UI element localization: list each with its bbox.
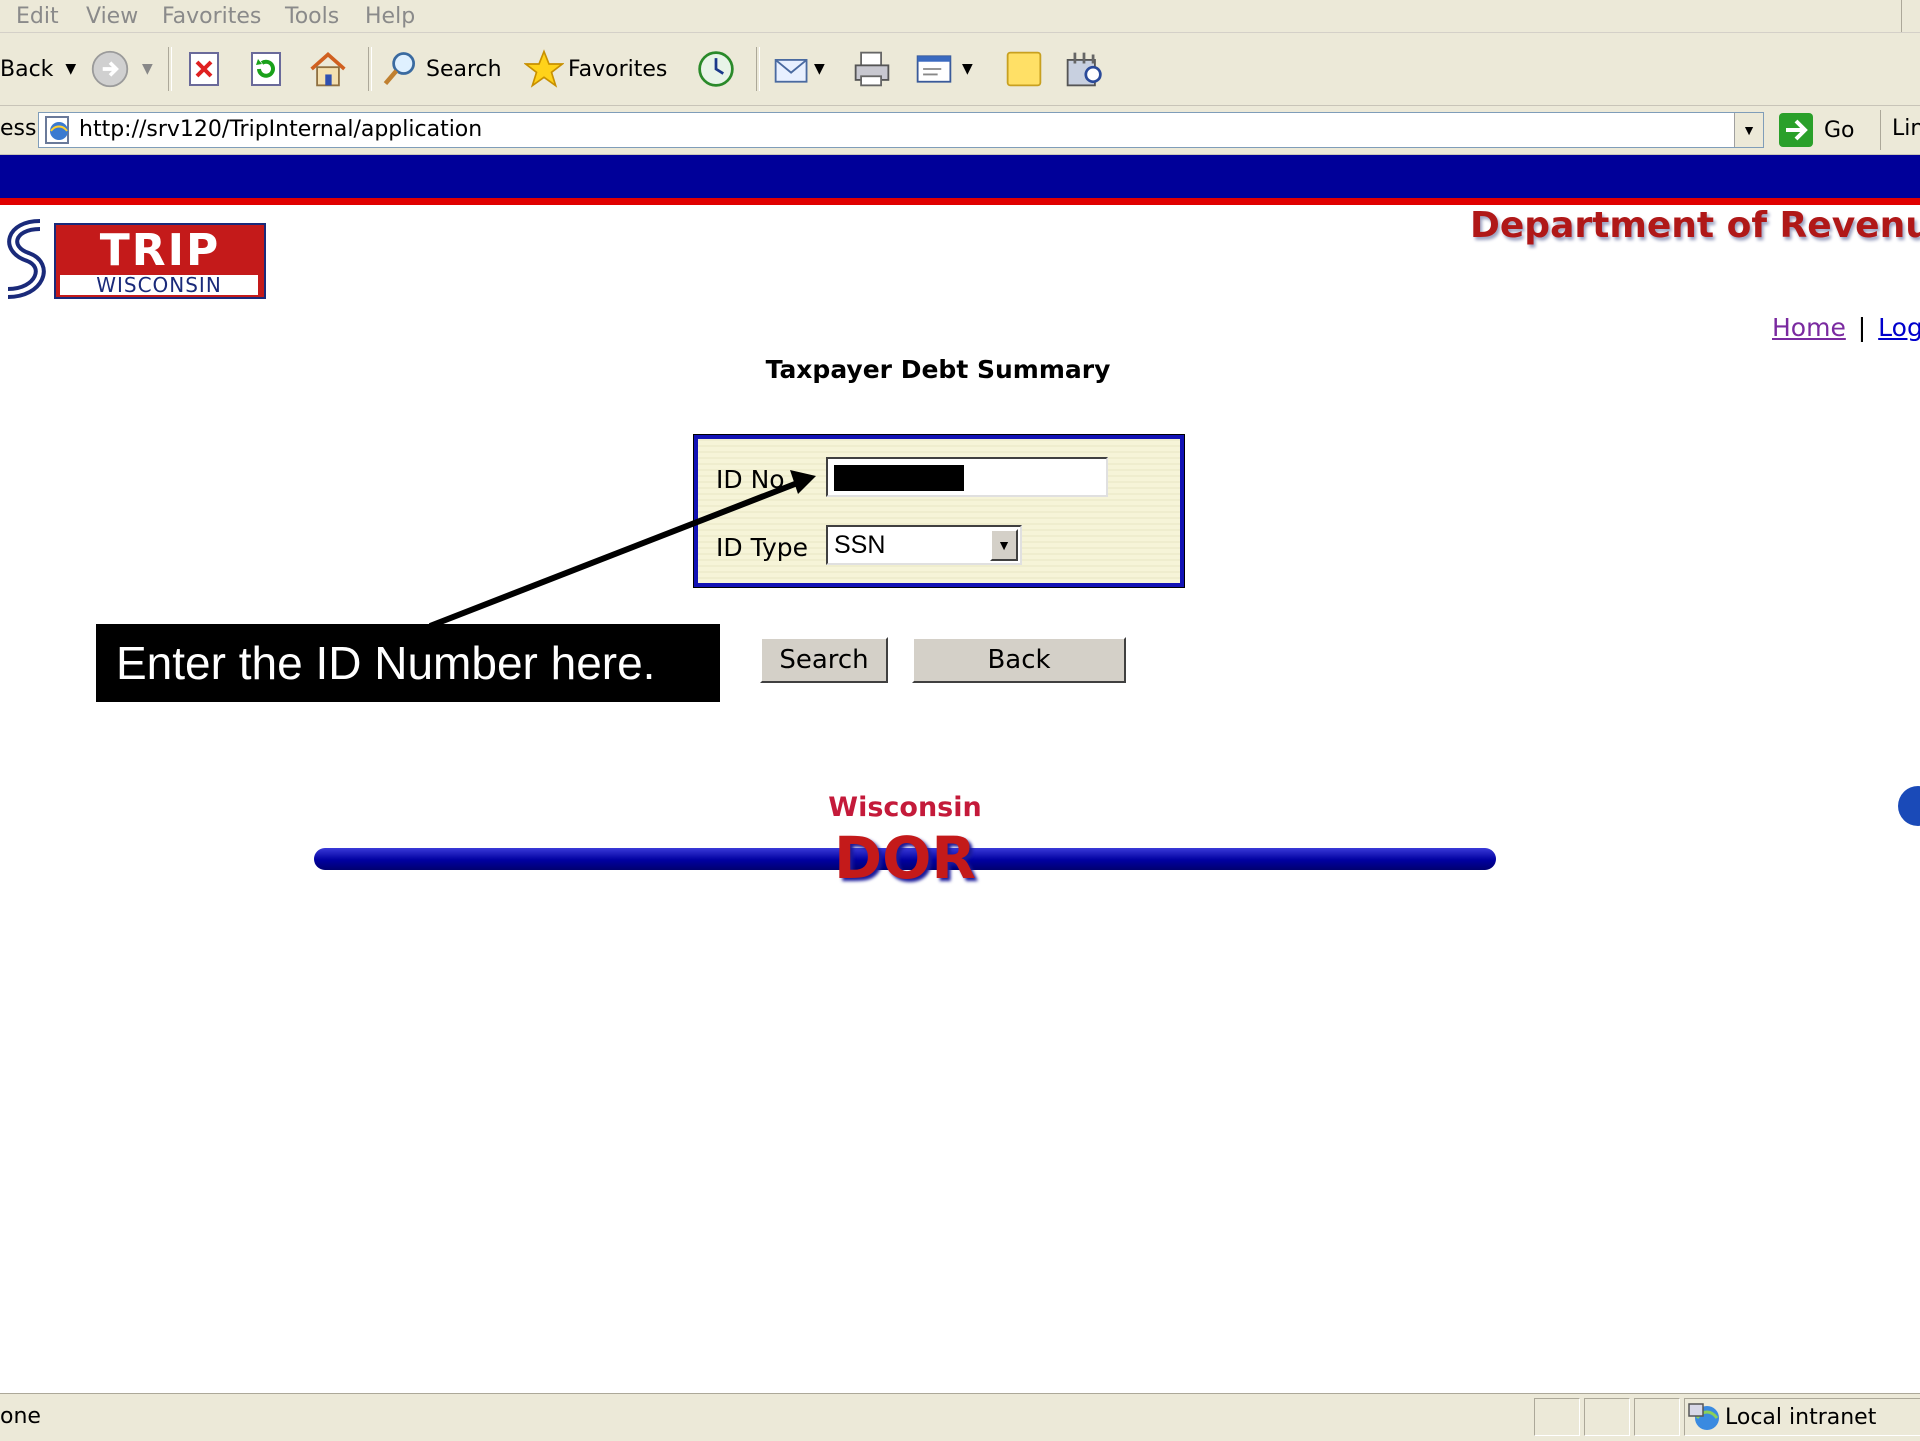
dor-logo-top: Wisconsin [828, 792, 982, 823]
dor-logo-bottom: DOR [833, 824, 977, 892]
callout-text: Enter the ID Number here. [116, 637, 656, 689]
status-panel [1534, 1398, 1580, 1436]
zone-label: Local intranet [1725, 1404, 1877, 1430]
back-form-button[interactable]: Back [912, 637, 1126, 683]
status-panel [1584, 1398, 1630, 1436]
status-text: one [0, 1404, 41, 1429]
status-panel [1634, 1398, 1680, 1436]
zone-panel: Local intranet [1684, 1398, 1920, 1436]
callout-arrow [428, 470, 816, 629]
instruction-callout: Enter the ID Number here. [96, 624, 720, 702]
intranet-icon [1688, 1403, 1719, 1430]
status-bar: one Local intranet [0, 1393, 1920, 1441]
search-submit-button[interactable]: Search [760, 637, 888, 683]
